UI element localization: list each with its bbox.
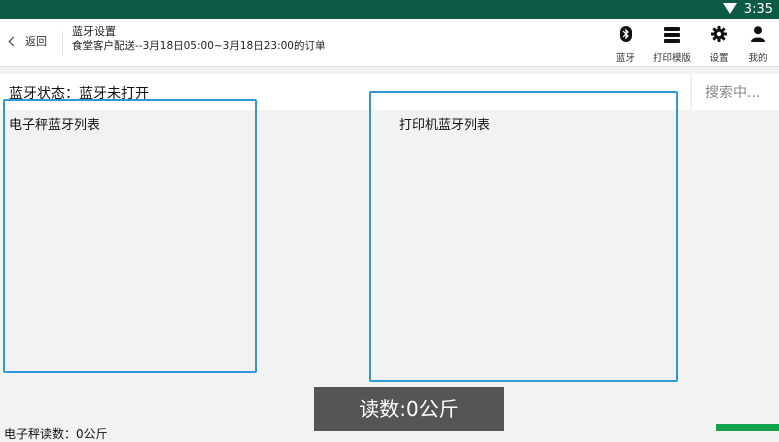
page-subtitle: 食堂客户配送--3月18日05:00~3月18日23:00的订单 — [72, 40, 326, 52]
back-button[interactable]: 返回 — [8, 33, 47, 49]
profile-button[interactable]: 我的 — [737, 19, 779, 66]
person-icon — [751, 26, 765, 46]
settings-label: 设置 — [709, 53, 729, 64]
printer-list-title: 打印机蓝牙列表 — [399, 118, 491, 133]
system-status-bar: 3:35 — [0, 0, 779, 19]
green-action-button[interactable] — [716, 424, 779, 431]
search-status-label: 搜索中... — [705, 85, 761, 101]
search-status-button[interactable]: 搜索中... — [691, 74, 779, 110]
header-divider — [62, 31, 63, 55]
settings-button[interactable]: 设置 — [701, 19, 737, 66]
page-title: 蓝牙设置 — [72, 25, 116, 38]
print-template-label: 打印模版 — [652, 53, 691, 64]
app-header: 返回 蓝牙设置 食堂客户配送--3月18日05:00~3月18日23:00的订单… — [0, 19, 779, 67]
back-label: 返回 — [25, 35, 47, 48]
profile-label: 我的 — [748, 53, 768, 64]
scale-list-title: 电子秤蓝牙列表 — [9, 118, 101, 133]
header-titles: 蓝牙设置 食堂客户配送--3月18日05:00~3月18日23:00的订单 — [72, 24, 325, 54]
printer-bluetooth-list[interactable]: 打印机蓝牙列表 — [369, 91, 678, 382]
scale-reading-text: 电子秤读数：0公斤 — [4, 427, 108, 441]
wifi-icon — [723, 3, 737, 14]
header-toolbar: 蓝牙 打印模版 设置 我的 — [608, 19, 779, 66]
reading-toast: 读数:0公斤 — [314, 387, 504, 431]
chevron-left-icon — [8, 36, 19, 47]
printer-template-icon — [664, 27, 680, 45]
print-template-button[interactable]: 打印模版 — [643, 19, 701, 66]
bluetooth-button[interactable]: 蓝牙 — [608, 19, 643, 66]
status-time: 3:35 — [743, 2, 773, 17]
gear-icon — [711, 26, 727, 46]
bluetooth-label: 蓝牙 — [615, 53, 635, 64]
bluetooth-icon — [619, 26, 632, 42]
scale-bluetooth-list[interactable]: 电子秤蓝牙列表 — [3, 99, 257, 373]
